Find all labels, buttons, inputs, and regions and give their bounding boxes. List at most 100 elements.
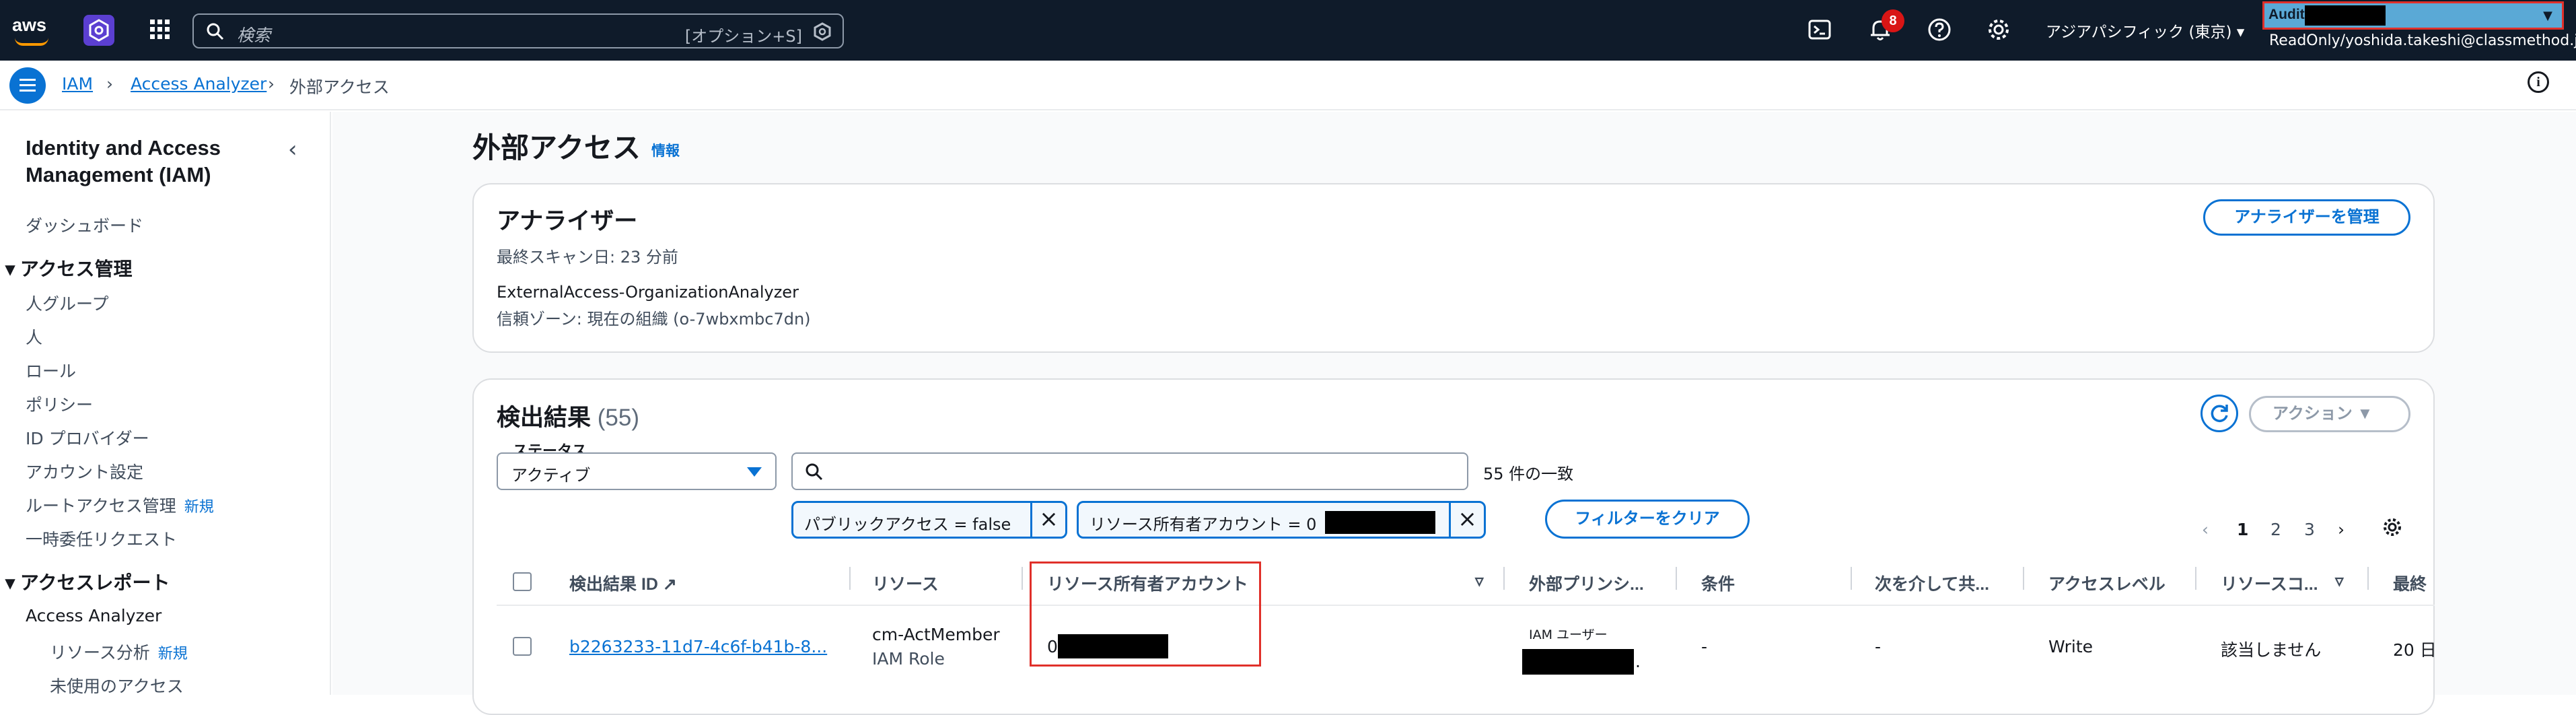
filter-token-label: リソース所有者アカウント = 0 — [1089, 515, 1317, 534]
breadcrumb-access-analyzer[interactable]: Access Analyzer — [131, 74, 266, 94]
resource-name: cm-ActMember — [872, 625, 1000, 644]
collapse-sidebar-icon[interactable]: ‹ — [288, 136, 297, 163]
sidebar-item-root-access[interactable]: ルートアクセス管理 新規 — [26, 493, 214, 517]
search-placeholder: 検索 — [237, 26, 271, 45]
sidebar-item-label: リソース分析 — [50, 643, 150, 662]
status-select[interactable]: アクティブ — [497, 452, 777, 490]
column-condition[interactable]: 条件 — [1701, 571, 1735, 595]
menu-toggle-button[interactable] — [9, 67, 46, 104]
sort-icon[interactable]: ▿ — [2335, 571, 2344, 591]
breadcrumb-bar: IAM › Access Analyzer › 外部アクセス i — [0, 61, 2576, 110]
findings-title-label: 検出結果 — [497, 405, 592, 431]
column-shared-via[interactable]: 次を介して共... — [1875, 571, 1989, 595]
global-search-input[interactable]: 検索 [オプション+S] — [192, 13, 844, 48]
column-divider — [1503, 567, 1505, 590]
select-all-checkbox[interactable] — [513, 572, 532, 591]
findings-title: 検出結果 (55) — [497, 399, 639, 433]
breadcrumb-current: 外部アクセス — [289, 77, 390, 97]
sidebar-item-resource-analysis[interactable]: リソース分析 新規 — [50, 640, 188, 664]
sidebar-item-access-analyzer[interactable]: Access Analyzer — [26, 606, 162, 625]
sidebar-item-account-settings[interactable]: アカウント設定 — [26, 459, 143, 483]
sidebar-item-dashboard[interactable]: ダッシュボード — [26, 213, 143, 237]
filter-token-public-access[interactable]: パブリックアクセス = false × — [791, 501, 1067, 539]
cloudshell-icon[interactable] — [1806, 16, 1833, 43]
table-header-divider — [497, 605, 2435, 606]
status-value: アクティブ — [511, 466, 591, 485]
finding-id-link[interactable]: b2263233-11d7-4c6f-b41b-8... — [569, 637, 827, 656]
help-icon[interactable] — [1926, 16, 1953, 43]
chevron-right-icon: › — [106, 74, 113, 94]
caret-down-icon — [747, 467, 762, 477]
column-divider — [1851, 567, 1852, 590]
service-hexagon-icon[interactable] — [83, 15, 114, 46]
chevron-right-icon[interactable]: › — [2338, 520, 2345, 539]
chevron-right-icon: › — [268, 74, 275, 94]
column-last-updated[interactable]: 最終 — [2393, 571, 2427, 595]
last-scan-text: 最終スキャン日: 23 分前 — [497, 248, 678, 267]
actions-button[interactable]: アクション ▼ — [2249, 396, 2410, 432]
column-label: 検出結果 ID — [569, 575, 658, 594]
filter-token-label: パブリックアクセス = false — [804, 515, 1011, 534]
column-divider — [2195, 567, 2196, 590]
filter-token-owner-account[interactable]: リソース所有者アカウント = 0 × — [1077, 501, 1486, 539]
search-icon — [806, 463, 823, 481]
findings-search-input[interactable] — [791, 452, 1468, 490]
page-2-button[interactable]: 2 — [2270, 520, 2281, 539]
close-icon[interactable]: × — [1030, 503, 1065, 537]
search-icon — [207, 23, 224, 40]
region-selector[interactable]: アジアパシフィック (東京) ▾ — [2046, 19, 2244, 42]
redaction-block — [2305, 5, 2386, 26]
external-link-icon: ↗ — [662, 575, 677, 594]
row-checkbox[interactable] — [513, 637, 532, 656]
zone-of-trust: 信頼ゾーン: 現在の組織 (o-7wbxmbc7dn) — [497, 310, 811, 329]
analyzer-name: ExternalAccess-OrganizationAnalyzer — [497, 283, 799, 302]
sidebar-item-unused-access[interactable]: 未使用のアクセス — [50, 673, 184, 697]
column-access-level[interactable]: アクセスレベル — [2048, 571, 2166, 595]
aws-logo-text: aws — [12, 15, 47, 35]
account-selector[interactable]: Audit (5 ▼ — [2262, 1, 2564, 30]
sidebar-item-identity-providers[interactable]: ID プロバイダー — [26, 425, 149, 450]
chevron-left-icon[interactable]: ‹ — [2202, 520, 2209, 539]
column-resource-control[interactable]: リソースコ... — [2221, 571, 2318, 595]
condition-value: - — [1701, 637, 1708, 656]
info-link[interactable]: 情報 — [651, 140, 680, 160]
notification-count-badge: 8 — [1882, 9, 1904, 32]
resource-control-value: 該当しません — [2221, 640, 2322, 660]
sidebar-section-access-management[interactable]: ▾ アクセス管理 — [5, 254, 132, 281]
sort-icon[interactable]: ▿ — [1475, 571, 1484, 591]
sidebar-item-user-groups[interactable]: 人グループ — [26, 291, 109, 315]
clear-filters-button[interactable]: フィルターをクリア — [1545, 500, 1750, 539]
sidebar-item-temp-delegation[interactable]: 一時委任リクエスト — [26, 526, 177, 551]
principal-tail: . — [1635, 652, 1641, 671]
column-divider — [2023, 567, 2024, 590]
redaction-block — [1522, 649, 1634, 675]
redaction-block — [1325, 511, 1435, 534]
new-badge: 新規 — [157, 646, 188, 662]
refresh-button[interactable] — [2201, 395, 2238, 432]
gear-icon[interactable] — [1985, 16, 2012, 43]
column-resource[interactable]: リソース — [872, 571, 939, 595]
column-finding-id[interactable]: 検出結果 ID ↗ — [569, 571, 677, 595]
aws-logo[interactable]: aws — [12, 15, 54, 46]
page-3-button[interactable]: 3 — [2304, 520, 2315, 539]
close-icon[interactable]: × — [1449, 503, 1484, 537]
new-badge: 新規 — [184, 499, 214, 516]
services-grid-icon[interactable] — [148, 18, 172, 42]
sidebar-item-policies[interactable]: ポリシー — [26, 392, 93, 416]
sidebar-section-access-reports[interactable]: ▾ アクセスレポート — [5, 568, 170, 595]
column-divider — [849, 567, 851, 590]
section-label: アクセス管理 — [20, 259, 133, 279]
column-divider — [2367, 567, 2369, 590]
page-1-button[interactable]: 1 — [2237, 520, 2248, 539]
manage-analyzer-button[interactable]: アナライザーを管理 — [2203, 199, 2410, 236]
column-external-principal[interactable]: 外部プリンシ... — [1529, 571, 1644, 595]
aws-smile-icon — [15, 38, 48, 46]
findings-card — [472, 378, 2435, 715]
access-level-value: Write — [2048, 637, 2094, 656]
match-count: 55 件の一致 — [1483, 465, 1574, 483]
sidebar-item-users[interactable]: 人 — [26, 325, 42, 349]
breadcrumb-iam[interactable]: IAM — [62, 74, 93, 94]
sidebar-item-roles[interactable]: ロール — [26, 358, 76, 382]
table-settings-icon[interactable] — [2381, 516, 2404, 541]
info-panel-icon[interactable]: i — [2528, 71, 2549, 93]
